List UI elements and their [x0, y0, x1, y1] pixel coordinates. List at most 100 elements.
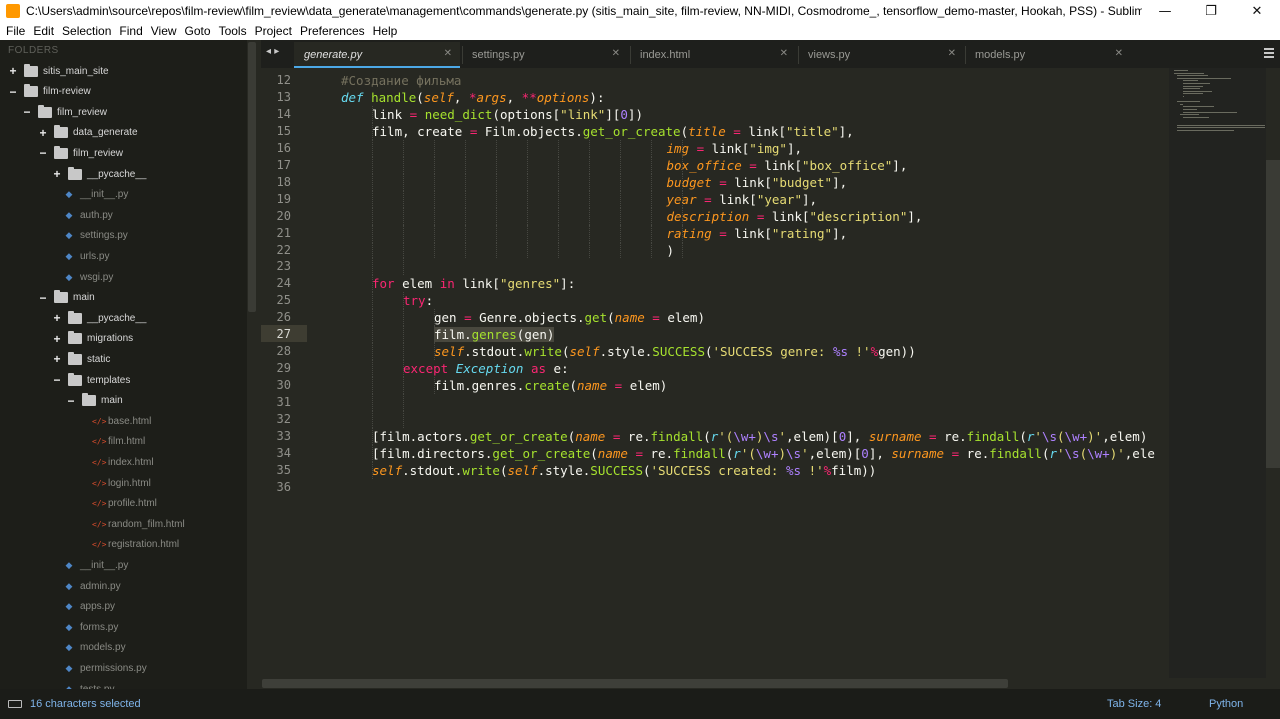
sidebar-file[interactable]: ◆ admin.py — [64, 576, 121, 596]
tab-close-icon[interactable]: ✕ — [444, 48, 452, 59]
tab-size-status[interactable]: Tab Size: 4 — [1107, 698, 1161, 710]
code-line[interactable]: [film.directors.get_or_create(name = re.… — [372, 445, 1155, 462]
code-line[interactable]: img = link["img"], — [667, 140, 803, 157]
minimap[interactable] — [1169, 68, 1266, 678]
tab-index-html[interactable]: index.html ✕ — [630, 42, 796, 68]
tab-nav-arrows-icon[interactable]: ◂ ▸ — [266, 46, 279, 57]
code-line[interactable]: film.genres(gen) — [434, 326, 555, 343]
collapse-icon[interactable]: − — [38, 146, 48, 160]
sidebar-folder[interactable]: − main — [38, 288, 95, 308]
vertical-scrollbar[interactable] — [1266, 160, 1280, 468]
code-line[interactable]: rating = link["rating"], — [667, 225, 848, 242]
syntax-status[interactable]: Python — [1209, 698, 1243, 710]
sidebar-file[interactable]: ◆ __init__.py — [64, 185, 129, 205]
tab-models-py[interactable]: models.py ✕ — [965, 42, 1131, 68]
tab-menu-icon[interactable] — [1264, 48, 1274, 60]
sidebar-file[interactable]: ◆ permissions.py — [64, 658, 147, 678]
tab-settings-py[interactable]: settings.py ✕ — [462, 42, 628, 68]
tab-generate-py[interactable]: generate.py ✕ — [294, 42, 460, 68]
sidebar-folder[interactable]: + __pycache__ — [52, 164, 147, 184]
sidebar-file[interactable]: ◆ __init__.py — [64, 555, 129, 575]
code-line[interactable]: [film.actors.get_or_create(name = re.fin… — [372, 428, 1147, 445]
menu-selection[interactable]: Selection — [58, 24, 115, 38]
sidebar-folder[interactable]: + data_generate — [38, 123, 138, 143]
menu-preferences[interactable]: Preferences — [296, 24, 369, 38]
sidebar-folder[interactable]: − main — [66, 391, 123, 411]
sidebar-folder[interactable]: − film-review — [8, 82, 91, 102]
sidebar-file[interactable]: ◆ urls.py — [64, 246, 110, 266]
menu-edit[interactable]: Edit — [29, 24, 58, 38]
sidebar-file[interactable]: ◆ models.py — [64, 638, 126, 658]
expand-icon[interactable]: + — [52, 311, 62, 325]
code-line[interactable]: #Создание фильма — [341, 72, 461, 89]
code-line[interactable]: gen = Genre.objects.get(name = elem) — [434, 309, 705, 326]
code-line[interactable]: def handle(self, *args, **options): — [341, 89, 604, 106]
code-line[interactable]: year = link["year"], — [667, 191, 818, 208]
tab-close-icon[interactable]: ✕ — [948, 48, 956, 59]
sidebar-folder[interactable]: + __pycache__ — [52, 308, 147, 328]
sidebar-file[interactable]: ◆ apps.py — [64, 597, 116, 617]
collapse-icon[interactable]: − — [38, 291, 48, 305]
collapse-icon[interactable]: − — [52, 373, 62, 387]
sidebar-file[interactable]: </> index.html — [92, 452, 154, 472]
sidebar-file[interactable]: ◆ auth.py — [64, 205, 113, 225]
menu-view[interactable]: View — [147, 24, 181, 38]
code-line[interactable]: try: — [403, 292, 433, 309]
menu-help[interactable]: Help — [369, 24, 402, 38]
expand-icon[interactable]: + — [52, 167, 62, 181]
sidebar-file[interactable]: </> registration.html — [92, 535, 179, 555]
collapse-icon[interactable]: − — [66, 394, 76, 408]
code-line[interactable]: self.stdout.write(self.style.SUCCESS('SU… — [434, 343, 916, 360]
collapse-icon[interactable]: − — [8, 85, 18, 99]
code-line[interactable]: for elem in link["genres"]: — [372, 275, 575, 292]
tree-item-label: registration.html — [108, 539, 180, 551]
collapse-icon[interactable]: − — [22, 105, 32, 119]
code-line[interactable]: ) — [667, 242, 675, 259]
sidebar-file[interactable]: ◆ settings.py — [64, 226, 128, 246]
expand-icon[interactable]: + — [52, 332, 62, 346]
code-line[interactable]: link = need_dict(options["link"][0]) — [372, 106, 643, 123]
html-file-icon: </> — [92, 478, 107, 488]
sidebar-folder[interactable]: + migrations — [52, 329, 133, 349]
expand-icon[interactable]: + — [8, 64, 18, 78]
tab-close-icon[interactable]: ✕ — [612, 48, 620, 59]
code-line[interactable]: box_office = link["box_office"], — [667, 157, 908, 174]
code-line[interactable]: description = link["description"], — [667, 208, 923, 225]
horizontal-scrollbar[interactable] — [262, 679, 1008, 688]
sidebar-file[interactable]: ◆ wsgi.py — [64, 267, 114, 287]
close-window-button[interactable]: ✕ — [1234, 0, 1280, 22]
tab-views-py[interactable]: views.py ✕ — [798, 42, 964, 68]
maximize-button[interactable]: ❐ — [1188, 0, 1234, 22]
menu-tools[interactable]: Tools — [215, 24, 251, 38]
code-editor[interactable]: 12 #Создание фильма 13 def handle(self, *ar… — [261, 68, 1169, 678]
menu-find[interactable]: Find — [115, 24, 146, 38]
menu-goto[interactable]: Goto — [181, 24, 215, 38]
line-number: 12 — [276, 73, 291, 87]
sidebar-file[interactable]: </> random_film.html — [92, 514, 185, 534]
sidebar-folder[interactable]: − film_review — [38, 143, 123, 163]
code-line[interactable]: budget = link["budget"], — [667, 174, 848, 191]
expand-icon[interactable]: + — [38, 126, 48, 140]
sidebar-folder[interactable]: − templates — [52, 370, 130, 390]
sidebar-file[interactable]: </> base.html — [92, 411, 151, 431]
sidebar-folder[interactable]: + static — [52, 349, 110, 369]
expand-icon[interactable]: + — [52, 352, 62, 366]
code-line[interactable]: film.genres.create(name = elem) — [434, 377, 667, 394]
sidebar-scrollbar[interactable] — [248, 42, 256, 312]
sidebar-file[interactable]: </> profile.html — [92, 494, 157, 514]
menu-project[interactable]: Project — [251, 24, 296, 38]
sidebar-file[interactable]: ◆ tests.py — [64, 679, 115, 690]
sidebar-file[interactable]: </> login.html — [92, 473, 151, 493]
menu-file[interactable]: File — [2, 24, 29, 38]
code-line[interactable]: film, create = Film.objects.get_or_creat… — [372, 123, 854, 140]
code-line[interactable]: except Exception as e: — [403, 360, 569, 377]
tab-close-icon[interactable]: ✕ — [780, 48, 788, 59]
sidebar-file[interactable]: ◆ forms.py — [64, 617, 119, 637]
minimize-button[interactable]: — — [1142, 0, 1188, 22]
panel-toggle-icon[interactable] — [8, 700, 22, 708]
sidebar-file[interactable]: </> film.html — [92, 432, 145, 452]
sidebar-folder[interactable]: − film_review — [22, 102, 107, 122]
sidebar-folder[interactable]: + sitis_main_site — [8, 61, 109, 81]
tab-close-icon[interactable]: ✕ — [1115, 48, 1123, 59]
code-line[interactable]: self.stdout.write(self.style.SUCCESS('SU… — [372, 462, 876, 479]
